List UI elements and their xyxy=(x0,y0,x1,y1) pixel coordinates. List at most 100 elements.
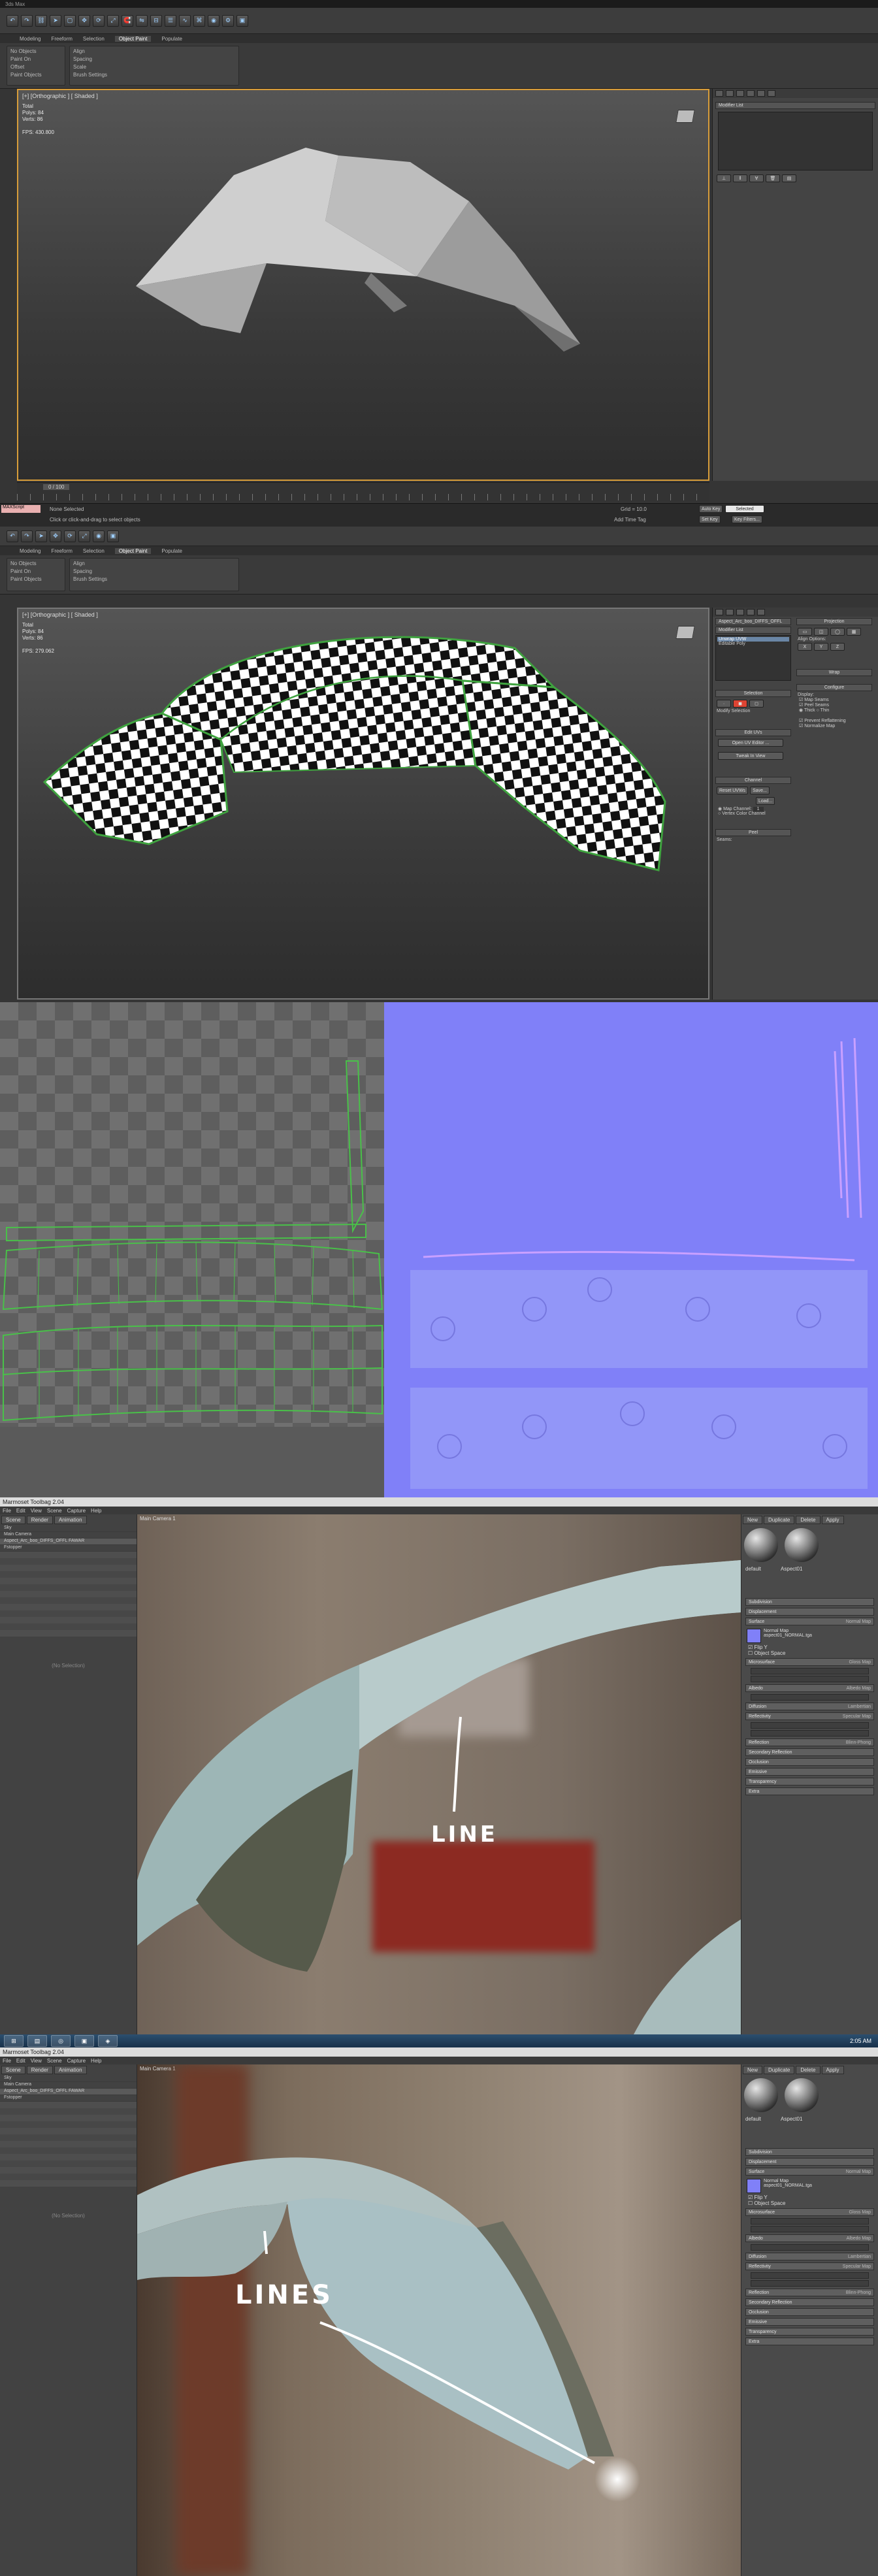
select-icon-2[interactable]: ➤ xyxy=(35,530,47,542)
section-microsurface-value[interactable]: Gloss Map xyxy=(849,1660,873,1665)
reset-uvws-button[interactable]: Reset UVWs xyxy=(717,787,749,794)
undo-icon[interactable]: ↶ xyxy=(7,14,18,27)
specular-map-field-2[interactable] xyxy=(751,2272,869,2279)
normal-map-slot-2[interactable]: Normal Map aspect01_NORMAL.tga xyxy=(741,2177,878,2194)
motion-tab-icon[interactable] xyxy=(747,90,755,97)
material-sphere-default[interactable] xyxy=(744,1528,778,1562)
undo-icon-2[interactable]: ↶ xyxy=(7,530,18,542)
selected-dropdown[interactable]: Selected xyxy=(725,505,764,513)
material-apply-button-2[interactable]: Apply xyxy=(821,2066,844,2074)
select-icon[interactable]: ➤ xyxy=(50,14,61,27)
tree-sky-2[interactable]: Sky xyxy=(0,2076,137,2082)
hierarchy-tab-icon[interactable] xyxy=(736,90,744,97)
paint-on-label[interactable]: Paint On xyxy=(10,56,61,62)
edit-uvs-rollout[interactable]: Edit UVs xyxy=(715,729,791,736)
curve-editor-icon[interactable]: ∿ xyxy=(179,14,191,27)
section-displacement[interactable]: Displacement xyxy=(745,1608,874,1616)
section-diffusion-2[interactable]: Diffusion Lambertian xyxy=(745,2253,874,2260)
gloss-map-field[interactable] xyxy=(751,1668,869,1674)
render-icon-2[interactable]: ▣ xyxy=(107,530,119,542)
gloss-map-field-2[interactable] xyxy=(751,2218,869,2225)
spacing-label[interactable]: Spacing xyxy=(73,56,235,62)
face-mode-button[interactable]: ◻ xyxy=(749,700,764,708)
flip-y-option[interactable]: ☑ Flip Y xyxy=(741,1644,878,1650)
menu-view-2[interactable]: View xyxy=(31,2058,42,2064)
create-tab-icon-2[interactable] xyxy=(715,609,723,615)
modify-tab-icon-2[interactable] xyxy=(726,609,734,615)
section-extra[interactable]: Extra xyxy=(745,1787,874,1795)
motion-tab-icon-2[interactable] xyxy=(747,609,755,615)
normal-map-thumbnail-2[interactable] xyxy=(747,2179,761,2193)
material-delete-button[interactable]: Delete xyxy=(796,1516,821,1524)
gloss-channel-field-2[interactable] xyxy=(751,2226,869,2232)
create-tab-icon[interactable] xyxy=(715,90,723,97)
tab-object-paint-2[interactable]: Object Paint xyxy=(114,547,152,554)
section-reflection-value-2[interactable]: Blinn-Phong xyxy=(846,2291,873,2295)
material-new-button-2[interactable]: New xyxy=(743,2066,763,2074)
tab-object-paint[interactable]: Object Paint xyxy=(114,35,152,42)
section-reflectivity-2[interactable]: Reflectivity Specular Map xyxy=(745,2262,874,2270)
tab-animation-2[interactable]: Animation xyxy=(54,2066,87,2074)
box-map-icon[interactable]: ▦ xyxy=(847,628,861,636)
section-emissive[interactable]: Emissive xyxy=(745,1768,874,1776)
section-diffusion-value[interactable]: Lambertian xyxy=(848,1704,873,1709)
section-transparency[interactable]: Transparency xyxy=(745,1778,874,1785)
menu-capture-2[interactable]: Capture xyxy=(67,2058,86,2064)
section-secondary-reflection[interactable]: Secondary Reflection xyxy=(745,1748,874,1756)
align-label-2[interactable]: Align xyxy=(73,561,235,566)
map-channel-label[interactable]: Map Channel: xyxy=(723,807,752,811)
timeline[interactable]: 0 / 100 xyxy=(17,482,709,502)
flip-y-option-2[interactable]: ☑ Flip Y xyxy=(741,2194,878,2200)
tree-mesh[interactable]: Aspect_Arc_boo_DIFFS_OFFL FAWAR xyxy=(0,1539,137,1545)
section-albedo[interactable]: Albedo Albedo Map xyxy=(745,1684,874,1692)
menu-help[interactable]: Help xyxy=(91,1508,101,1514)
thin-option[interactable]: Thin xyxy=(821,708,830,713)
section-emissive-2[interactable]: Emissive xyxy=(745,2318,874,2326)
key-filters-button[interactable]: Key Filters... xyxy=(732,515,762,523)
snap-icon[interactable]: 🧲 xyxy=(122,14,133,27)
display-tab-icon[interactable] xyxy=(757,90,765,97)
modifier-list-dropdown[interactable]: Modifier List xyxy=(715,102,875,109)
redo-icon[interactable]: ↷ xyxy=(21,14,33,27)
taskbar-clock[interactable]: 2:05 AM xyxy=(850,2038,871,2044)
section-reflectivity[interactable]: Reflectivity Specular Map xyxy=(745,1712,874,1720)
section-microsurface[interactable]: Microsurface Gloss Map xyxy=(745,1658,874,1666)
move-icon[interactable]: ✥ xyxy=(78,14,90,27)
tree-main-camera[interactable]: Main Camera xyxy=(0,1532,137,1539)
align-x-button[interactable]: X xyxy=(798,643,812,651)
tree-sky[interactable]: Sky xyxy=(0,1525,137,1532)
vertex-color-channel-label[interactable]: Vertex Color Channel xyxy=(722,811,766,816)
scale-icon-2[interactable]: ⤢ xyxy=(78,530,90,542)
offset-label[interactable]: Offset xyxy=(10,64,61,70)
modify-tab-icon[interactable] xyxy=(726,90,734,97)
intensity-field-2[interactable] xyxy=(751,2280,869,2287)
no-objects-label[interactable]: No Objects xyxy=(10,48,61,54)
rotate-icon-2[interactable]: ⟳ xyxy=(64,530,76,542)
align-y-button[interactable]: Y xyxy=(814,643,828,651)
selection-rollout[interactable]: Selection xyxy=(715,690,791,697)
frame-counter[interactable]: 0 / 100 xyxy=(43,484,70,490)
remove-modifier-button[interactable]: 🗑 xyxy=(766,174,780,182)
section-surface-value-2[interactable]: Normal Map xyxy=(846,2170,873,2174)
load-uvw-button[interactable]: Load... xyxy=(756,797,775,805)
normal-map-thumbnail[interactable] xyxy=(747,1629,761,1643)
material-sphere-aspect-2[interactable] xyxy=(785,2078,819,2112)
set-key-button[interactable]: Set Key xyxy=(699,515,721,523)
tab-animation[interactable]: Animation xyxy=(54,1516,87,1524)
channel-rollout[interactable]: Channel xyxy=(715,777,791,784)
taskbar-marmoset-icon[interactable]: ◈ xyxy=(98,2035,118,2047)
configure-modifier-button[interactable]: ▤ xyxy=(782,174,796,182)
timeline-ruler[interactable] xyxy=(17,494,709,500)
align-z-button[interactable]: Z xyxy=(830,643,845,651)
menu-capture[interactable]: Capture xyxy=(67,1508,86,1514)
section-reflectivity-value[interactable]: Specular Map xyxy=(843,1714,873,1719)
menu-help-2[interactable]: Help xyxy=(91,2058,101,2064)
maxscript-listener[interactable]: MAXScript xyxy=(1,505,41,513)
tab-populate[interactable]: Populate xyxy=(161,36,182,42)
tab-selection[interactable]: Selection xyxy=(83,36,105,42)
material-editor-icon-2[interactable]: ◉ xyxy=(93,530,105,542)
material-sphere-default-2[interactable] xyxy=(744,2078,778,2112)
save-uvw-button[interactable]: Save... xyxy=(750,787,770,794)
align-icon[interactable]: ⊟ xyxy=(150,14,162,27)
modifier-stack[interactable] xyxy=(718,112,873,171)
